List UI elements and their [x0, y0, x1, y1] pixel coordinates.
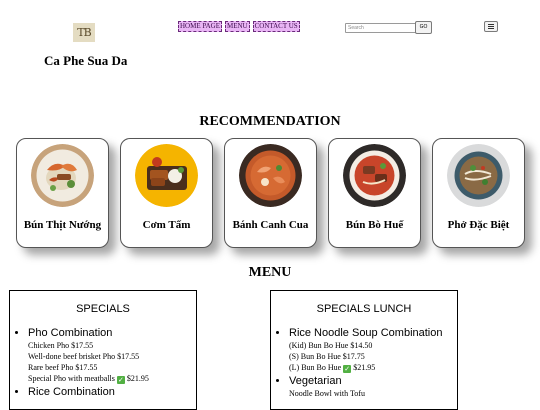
card-bun-bo-hue[interactable]: Bún Bò Huế [328, 138, 421, 248]
group-name: Vegetarian [289, 375, 342, 387]
specials-lunch-title: SPECIALS LUNCH [316, 303, 412, 315]
card-pho-dac-biet[interactable]: Phở Đặc Biệt [432, 138, 525, 248]
recommendation-title: RECOMMENDATION [199, 114, 341, 129]
search-input[interactable]: Search [345, 23, 417, 33]
check-icon: ✓ [343, 365, 352, 373]
card-banh-canh-cua[interactable]: Bánh Canh Cua [224, 138, 317, 248]
menu-title: MENU [248, 265, 292, 280]
list-item: Rice Combination [28, 386, 196, 399]
menu-item-price: $21.95 [353, 363, 376, 372]
card-label: Bún Bò Huế [345, 219, 404, 231]
specials-lunch-list: Rice Noodle Soup Combination (Kid) Bun B… [271, 327, 457, 399]
menu-item: Chicken Pho $17.55 [28, 341, 94, 350]
check-icon: ✓ [116, 376, 125, 384]
dish-image [135, 144, 198, 207]
list-item: Vegetarian Noodle Bowl with Tofu [289, 375, 457, 399]
specials-box: SPECIALS Pho Combination Chicken Pho $17… [9, 290, 197, 410]
card-bun-thit-nuong[interactable]: Bún Thịt Nướng [16, 138, 109, 248]
menu-item: (S) Bun Bo Hue $17.75 [289, 352, 365, 361]
menu-item-price: $21.95 [126, 374, 149, 383]
card-label: Phở Đặc Biệt [447, 219, 510, 231]
logo[interactable]: TB [73, 23, 95, 42]
card-label: Cơm Tấm [142, 219, 191, 231]
recommendation-cards: Bún Thịt Nướng Cơm Tấm Bánh Canh Cua Bún… [16, 138, 525, 248]
menu-item: (Kid) Bun Bo Hue $14.50 [289, 341, 373, 350]
card-label: Bánh Canh Cua [232, 219, 309, 231]
hamburger-icon [488, 24, 494, 29]
group-name: Rice Combination [28, 386, 115, 398]
menu-item: Rare beef Pho $17.55 [28, 363, 98, 372]
specials-list: Pho Combination Chicken Pho $17.55 Well-… [10, 327, 196, 399]
dish-image [343, 144, 406, 207]
menu-toggle-button[interactable] [484, 21, 498, 32]
main-nav: HOME PAGE MENU CONTACT US [178, 21, 300, 32]
menu-item: Noodle Bowl with Tofu [289, 389, 365, 398]
go-button[interactable]: GO [415, 21, 432, 34]
dish-image [31, 144, 94, 207]
menu-item: Well-done beef brisket Pho $17.55 [28, 352, 140, 361]
group-name: Rice Noodle Soup Combination [289, 327, 443, 339]
nav-home-link[interactable]: HOME PAGE [178, 21, 222, 32]
card-label: Bún Thịt Nướng [23, 219, 102, 231]
dish-image [239, 144, 302, 207]
menu-item: (L) Bun Bo Hue ✓ $21.95 [289, 362, 457, 373]
card-com-tam[interactable]: Cơm Tấm [120, 138, 213, 248]
menu-item: Special Pho with meatballs ✓ $21.95 [28, 373, 196, 384]
list-item: Pho Combination Chicken Pho $17.55 Well-… [28, 327, 196, 384]
brand-title: Ca Phe Sua Da [44, 53, 128, 68]
specials-lunch-box: SPECIALS LUNCH Rice Noodle Soup Combinat… [270, 290, 458, 410]
nav-contact-link[interactable]: CONTACT US [252, 21, 300, 32]
dish-image [447, 144, 510, 207]
group-name: Pho Combination [28, 327, 113, 339]
nav-menu-link[interactable]: MENU [225, 21, 250, 32]
menu-item-name: Special Pho with meatballs [28, 374, 115, 383]
list-item: Rice Noodle Soup Combination (Kid) Bun B… [289, 327, 457, 373]
specials-title: SPECIALS [76, 303, 130, 315]
menu-item-name: (L) Bun Bo Hue [289, 363, 342, 372]
